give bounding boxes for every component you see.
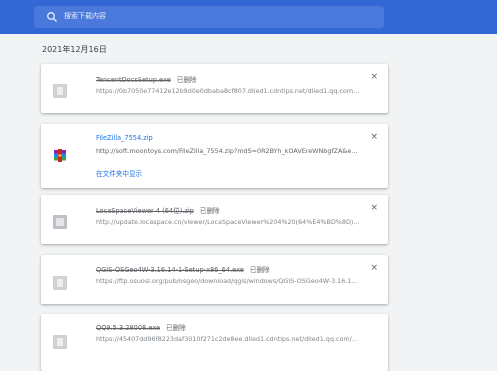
file-name: LocaSpaceViewer 4 (64位).zip xyxy=(96,207,194,215)
winrar-archive-icon xyxy=(54,149,66,162)
download-item: FileZilla_7554.zip http://soft.moontoys.… xyxy=(41,124,388,188)
show-in-folder-link[interactable]: 在文件夹中显示 xyxy=(96,168,142,178)
download-url[interactable]: https://0b7050e77412e12b9d0e0dbaba8cf807… xyxy=(96,87,361,95)
download-url[interactable]: https://45407dd96f8223daf3010f271c2de8ee… xyxy=(96,335,361,343)
download-url[interactable]: http://update.locaspace.cn/viewer/LocaSp… xyxy=(96,218,361,226)
close-icon[interactable]: × xyxy=(370,73,378,82)
status-text: 已删除 xyxy=(249,266,270,274)
download-item: QQ9.5.3.28008.exe 已删除 https://45407dd96f8… xyxy=(41,314,388,371)
file-name: QQ9.5.3.28008.exe xyxy=(96,324,161,332)
close-icon[interactable]: × xyxy=(370,264,378,273)
date-header: 2021年12月16日 xyxy=(42,45,107,54)
installer-icon xyxy=(53,276,67,290)
status-text: 已删除 xyxy=(176,76,197,84)
installer-icon xyxy=(53,84,67,98)
search-icon xyxy=(47,12,57,22)
search-box[interactable]: 搜索下载内容 xyxy=(34,6,384,28)
installer-icon xyxy=(53,335,67,349)
download-name: TencentDocsSetup.exe 已删除 xyxy=(96,74,197,84)
file-name[interactable]: FileZilla_7554.zip xyxy=(96,134,153,142)
download-item: QGIS-OSGeo4W-3.16.14-1-Setup-x86_64.exe 已… xyxy=(41,255,388,304)
download-name: QGIS-OSGeo4W-3.16.14-1-Setup-x86_64.exe 已… xyxy=(96,264,270,274)
close-icon[interactable]: × xyxy=(370,133,378,142)
download-url[interactable]: https://ftp.osuosl.org/pub/osgeo/downloa… xyxy=(96,277,361,285)
download-item: TencentDocsSetup.exe 已删除 https://0b7050e7… xyxy=(41,64,388,113)
download-url[interactable]: http://soft.moontoys.com/FileZilla_7554.… xyxy=(96,147,361,155)
download-name: LocaSpaceViewer 4 (64位).zip 已删除 xyxy=(96,205,220,215)
close-icon[interactable]: × xyxy=(370,204,378,213)
file-name: QGIS-OSGeo4W-3.16.14-1-Setup-x86_64.exe xyxy=(96,266,244,274)
top-bar: 搜索下载内容 xyxy=(0,0,497,34)
download-item: LocaSpaceViewer 4 (64位).zip 已删除 http://up… xyxy=(41,195,388,244)
download-name: FileZilla_7554.zip xyxy=(96,134,153,142)
file-name: TencentDocsSetup.exe xyxy=(96,76,171,84)
search-input[interactable]: 搜索下载内容 xyxy=(64,11,106,21)
archive-icon xyxy=(53,215,67,229)
download-name: QQ9.5.3.28008.exe 已删除 xyxy=(96,322,186,332)
status-text: 已删除 xyxy=(199,207,220,215)
status-text: 已删除 xyxy=(166,324,186,332)
